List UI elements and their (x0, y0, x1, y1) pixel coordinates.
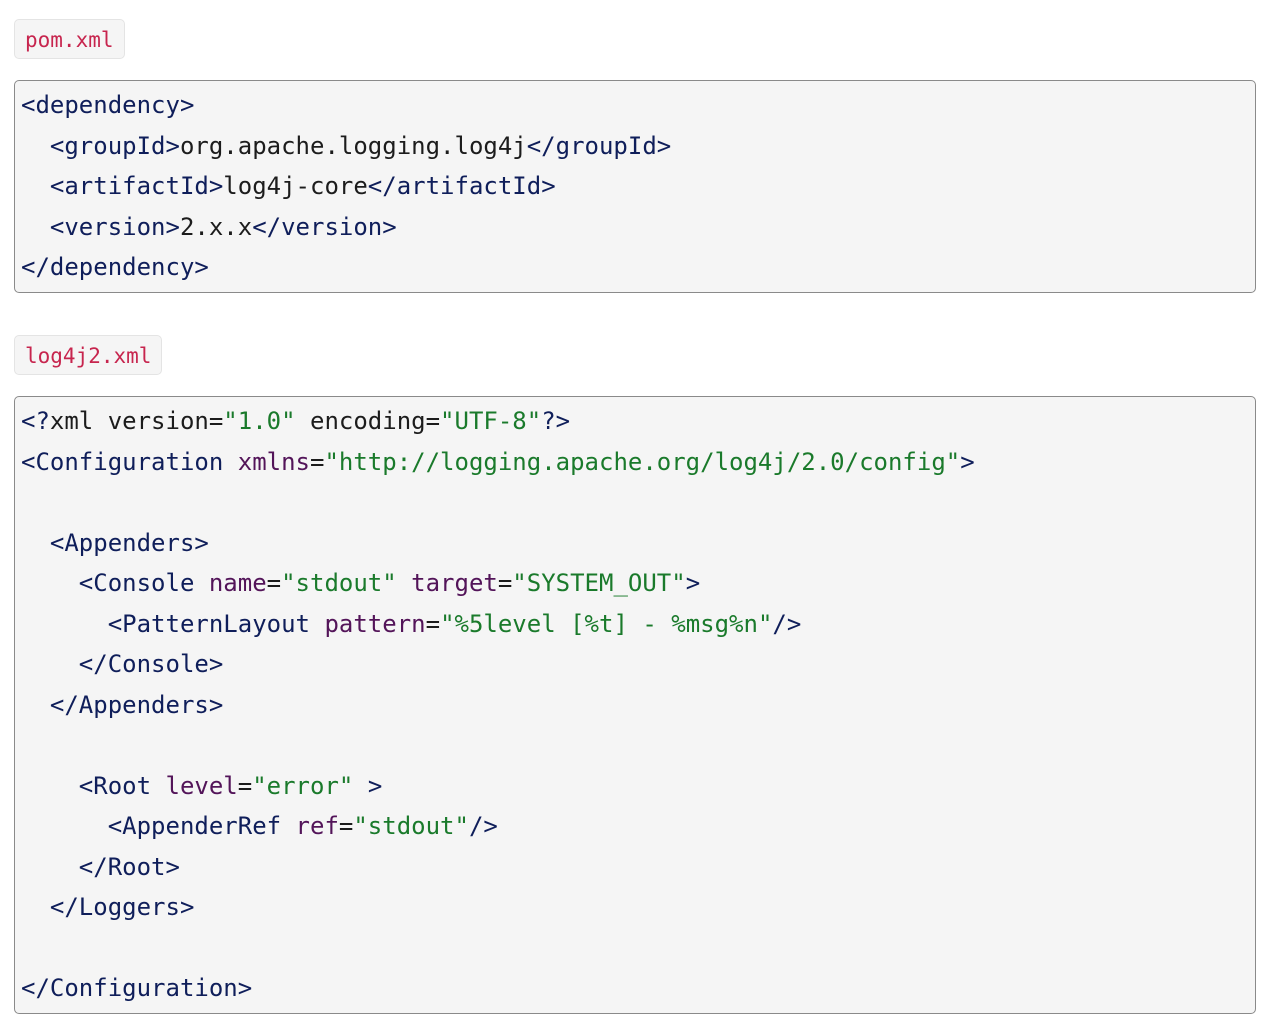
code-token-txt: 2.x.x (179, 212, 253, 241)
code-token-tag: </Console> (78, 650, 224, 678)
code-token-val: "stdout" (281, 569, 397, 597)
code-line: <AppenderRef ref="stdout"/> (21, 806, 1255, 847)
code-token-tag: </artifactId> (367, 172, 556, 200)
code-token-val: "UTF-8" (440, 407, 542, 435)
code-token-txt: = (266, 569, 282, 597)
code-token-txt: = (497, 569, 513, 597)
code-token-tag: /> (468, 812, 498, 840)
code-line: </Loggers> (21, 887, 1255, 928)
code-token-val: "SYSTEM_OUT" (512, 569, 686, 597)
code-line: <Configuration xmlns="http://logging.apa… (21, 442, 1255, 483)
code-line: <version>2.x.x</version> (21, 207, 1255, 248)
code-token-txt: org.apache.logging.log4j (179, 131, 527, 160)
code-token-tag: </Appenders> (49, 690, 224, 719)
code-line: <PatternLayout pattern="%5level [%t] - %… (21, 604, 1255, 645)
code-token-val: "error" (252, 771, 354, 800)
code-token-attr: xmlns (237, 447, 310, 476)
code-token-tag: <? (21, 407, 50, 435)
code-token-txt: xml version= (49, 407, 224, 435)
code-token-tag: <artifactId> (49, 172, 224, 200)
code-token-tag: </Configuration> (21, 974, 253, 1002)
code-token-txt: encoding= (295, 407, 441, 435)
code-token-val: "%5level [%t] - %msg%n" (440, 609, 773, 638)
code-token-txt: = (310, 447, 325, 476)
code-token-tag: <dependency> (21, 91, 195, 119)
code-token-tag: <groupId> (49, 131, 180, 160)
filename-label-pom-xml: pom.xml (14, 19, 125, 59)
code-token-tag: <PatternLayout (107, 609, 310, 638)
code-token-txt: = (425, 609, 441, 638)
code-line: <?xml version="1.0" encoding="UTF-8"?> (21, 401, 1255, 442)
code-token-tag: <version> (49, 212, 180, 241)
code-token-attr: target (411, 569, 498, 597)
code-token-tag: <Appenders> (49, 528, 209, 557)
code-token-attr: level (165, 771, 238, 800)
code-token-tag: </Root> (78, 852, 180, 881)
code-line: </Configuration> (21, 968, 1255, 1009)
code-token-tag: <AppenderRef (107, 812, 282, 840)
code-token-tag: </dependency> (21, 253, 209, 281)
code-token-txt: = (338, 812, 354, 840)
code-line: </dependency> (21, 247, 1255, 288)
code-line: <dependency> (21, 85, 1255, 126)
code-token-val: "http://logging.apache.org/log4j/2.0/con… (324, 447, 961, 476)
code-token-tag: ?> (541, 407, 571, 435)
code-token-txt: log4j-core (223, 172, 368, 200)
code-line: </Console> (21, 644, 1255, 685)
code-token-tag: <Console (78, 569, 195, 597)
code-token-tag: </groupId> (526, 131, 672, 160)
code-token-val: "stdout" (353, 812, 469, 840)
code-token-attr: name (208, 569, 267, 597)
code-token-tag: > (685, 569, 701, 597)
code-token-val: "1.0" (223, 407, 296, 435)
code-line: <Appenders> (21, 523, 1255, 564)
code-block-log4j2-xml: <?xml version="1.0" encoding="UTF-8"?> <C… (14, 396, 1256, 1014)
code-block-pom-xml: <dependency> <groupId>org.apache.logging… (14, 80, 1256, 293)
code-token-attr: pattern (324, 609, 426, 638)
code-token-tag: <Configuration (21, 447, 224, 476)
code-line: <artifactId>log4j-core</artifactId> (21, 166, 1255, 207)
code-token-tag: > (960, 447, 975, 476)
code-line: <Console name="stdout" target="SYSTEM_OU… (21, 563, 1255, 604)
code-line: </Appenders> (21, 685, 1255, 726)
code-line: <groupId>org.apache.logging.log4j</group… (21, 126, 1255, 167)
code-token-tag: > (367, 771, 383, 800)
code-line: <Root level="error" > (21, 766, 1255, 807)
code-token-tag: <Root (78, 771, 152, 800)
code-token-tag: /> (772, 609, 802, 638)
code-token-attr: ref (295, 812, 339, 840)
filename-label-log4j2-xml: log4j2.xml (14, 335, 163, 375)
code-token-tag: </version> (252, 212, 397, 241)
code-token-tag: </Loggers> (49, 893, 195, 921)
code-line: </Root> (21, 847, 1255, 888)
code-token-txt: = (237, 771, 253, 800)
